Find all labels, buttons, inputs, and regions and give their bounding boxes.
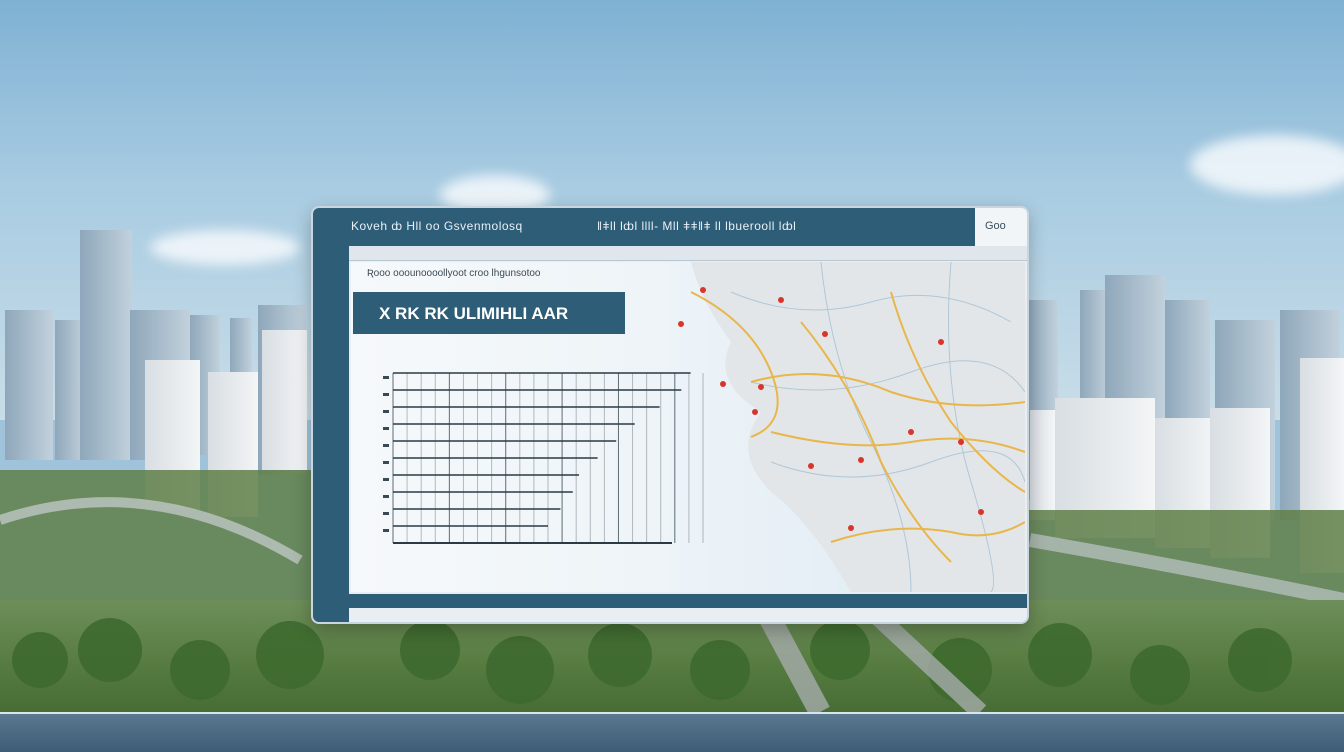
header-title: X RK RK ULIMIHLI AAR	[379, 304, 569, 323]
row-tick	[383, 461, 389, 464]
row-tick	[383, 495, 389, 498]
title-left: Koveh ȸ Hll oo Gsvenmolosq	[351, 219, 523, 233]
panel-toolbar-strip	[313, 246, 1027, 261]
row-tick	[383, 427, 389, 430]
row-tick	[383, 512, 389, 515]
title-bar: Koveh ȸ Hll oo Gsvenmolosq ǁǂll lȸl llll…	[313, 208, 975, 246]
row-tick	[383, 410, 389, 413]
row-tick	[383, 529, 389, 532]
header-block: X RK RK ULIMIHLI AAR	[353, 292, 625, 334]
row-tick	[383, 478, 389, 481]
panel-sidebar	[313, 246, 349, 622]
bottom-bar	[0, 712, 1344, 752]
subtitle: Ʀooo ooounoooollyoot croo lhgunsotoo	[367, 268, 541, 279]
grid-chart	[383, 372, 704, 544]
row-tick	[383, 376, 389, 379]
panel-footer	[349, 594, 1027, 608]
dashboard-panel: Koveh ȸ Hll oo Gsvenmolosq ǁǂll lȸl llll…	[311, 206, 1029, 624]
row-tick	[383, 444, 389, 447]
title-end-label[interactable]: Goo	[985, 220, 1006, 232]
title-right: ǁǂll lȸl llll- Mll ǂǂǁǂ ll lbuerooll lȸl	[597, 219, 797, 233]
row-tick	[383, 393, 389, 396]
panel-content: Ʀooo ooounoooollyoot croo lhgunsotoo X R…	[351, 262, 1025, 592]
